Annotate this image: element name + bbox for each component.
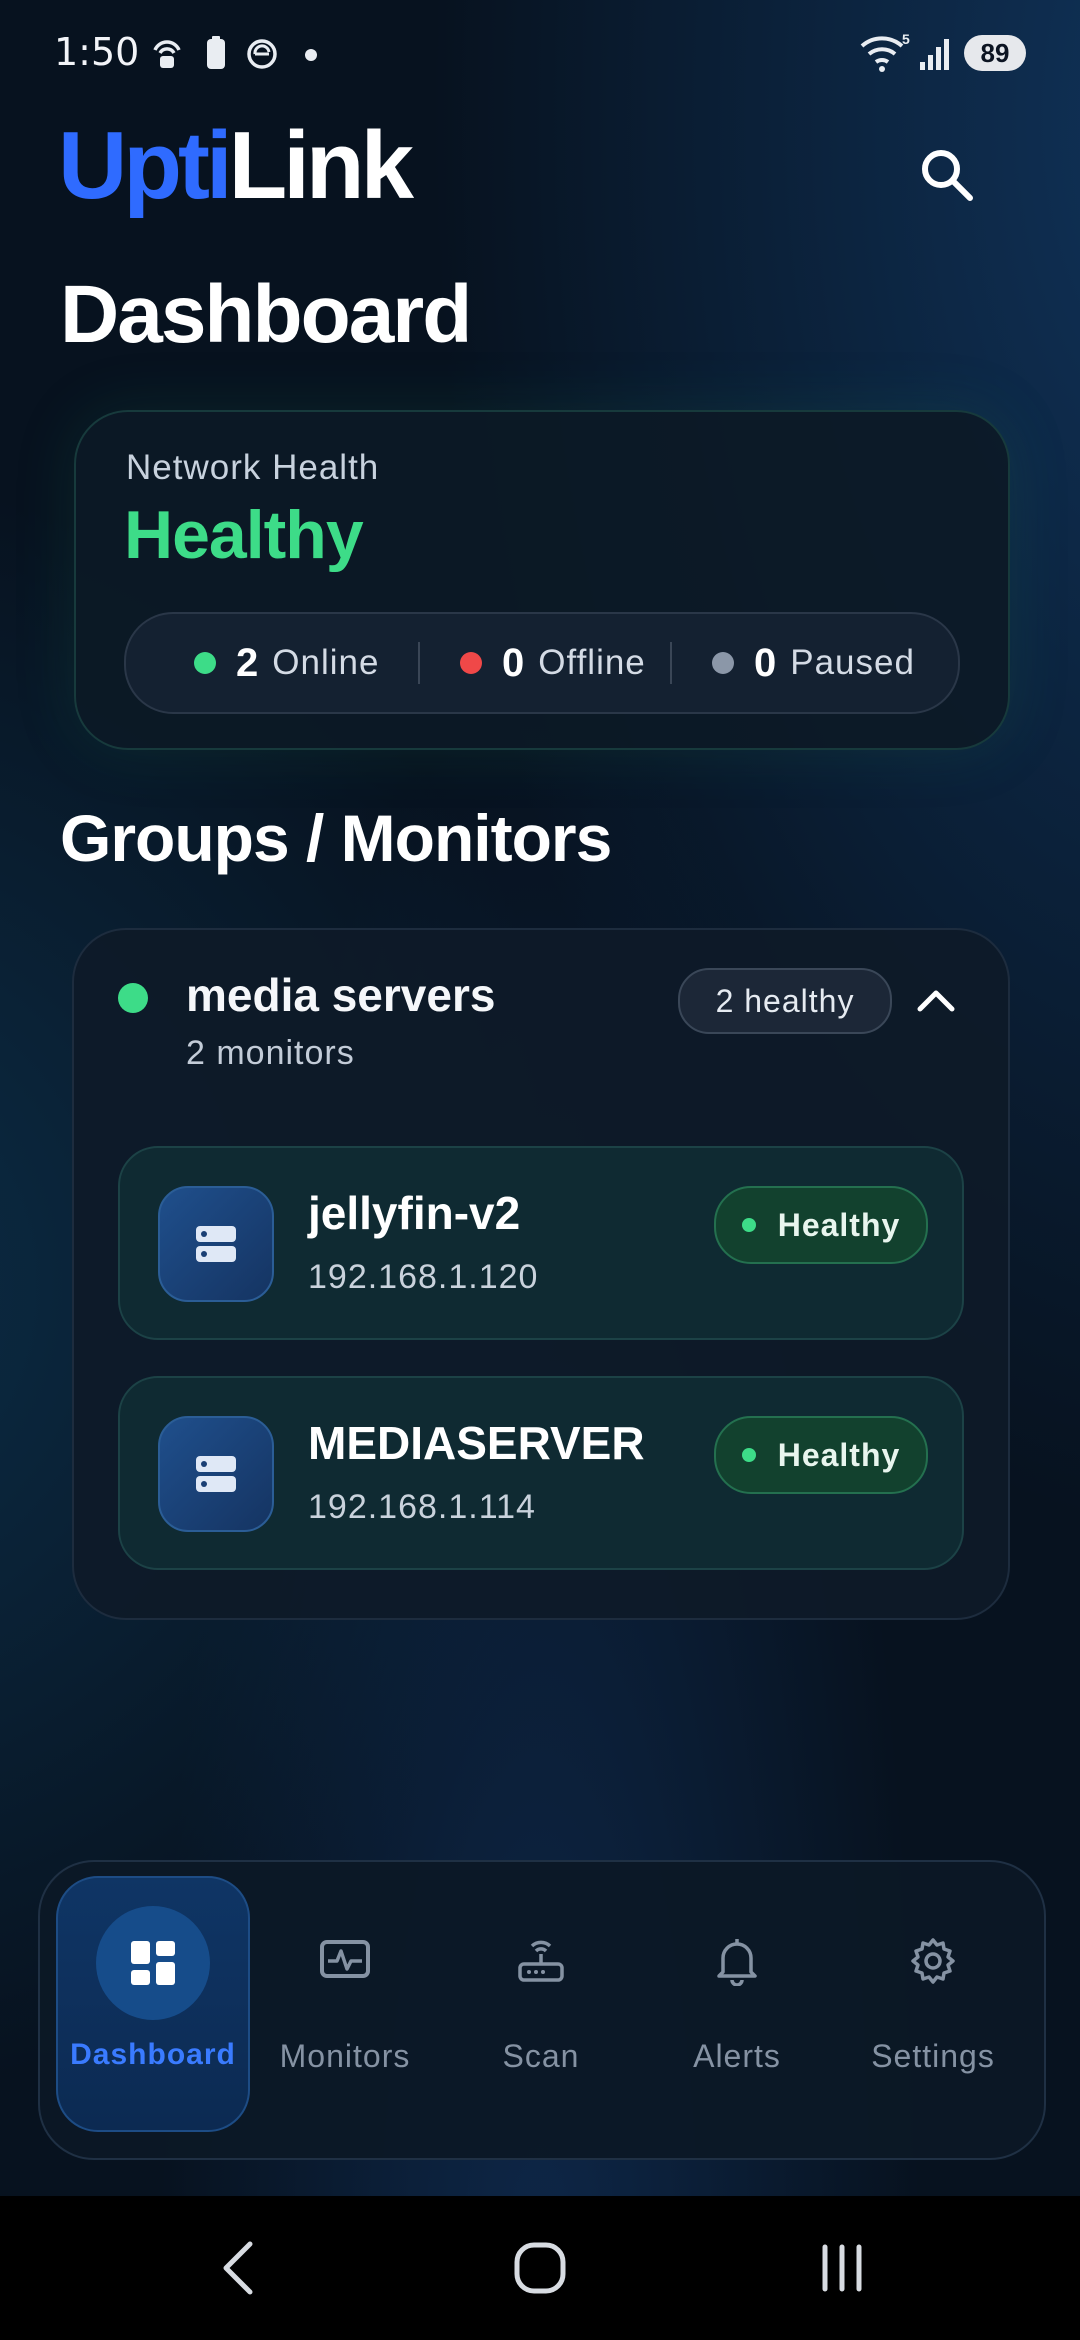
server-icon-tile [158,1416,274,1532]
search-icon [922,150,973,201]
signal-icon [920,39,949,70]
nav-icon-wrap [288,1904,402,2018]
wifi-icon: 5 [860,32,910,72]
healthy-dot [741,1218,756,1232]
divider [670,642,672,684]
monitor-name: MEDIASERVER [308,1417,645,1469]
server-icon [196,1226,236,1262]
app-notification-icon [247,39,277,69]
notification-dot [305,49,317,61]
hotspot-icon [153,40,181,68]
paused-dot [712,652,734,674]
monitor-ip: 192.168.1.114 [308,1488,536,1526]
offline-stat: 0 Offline [460,614,646,712]
group-status-dot [118,983,148,1013]
network-health-label: Network Health [126,448,380,487]
dashboard-icon [131,1941,175,1985]
recents-button[interactable] [802,2232,882,2304]
monitor-status-label: Healthy [777,1436,901,1473]
nav-label: Monitors [279,2038,411,2074]
monitor-item[interactable]: jellyfin-v2 192.168.1.120 Healthy [118,1146,964,1340]
nav-tab-settings[interactable]: Settings [838,1862,1028,2158]
svg-text:5: 5 [902,32,910,47]
router-icon [518,1940,564,1982]
network-health-card: Network Health Healthy 2 Online 0 Offlin… [74,410,1010,750]
offline-count: 0 [502,640,525,685]
monitor-status-badge: Healthy [714,1416,928,1494]
monitor-status-badge: Healthy [714,1186,928,1264]
system-navigation-bar [0,2196,1080,2340]
status-summary: 2 Online 0 Offline 0 Paused [124,612,960,714]
nav-icon-wrap [484,1904,598,2018]
nav-label: Alerts [693,2038,781,2074]
group-name[interactable]: media servers [186,968,495,1022]
nav-label: Scan [502,2038,580,2074]
nav-label: Settings [871,2038,995,2074]
monitor-name: jellyfin-v2 [308,1187,521,1239]
paused-count: 0 [754,640,777,685]
app-logo: UptiLink [58,112,414,219]
group-health-badge: 2 healthy [678,968,892,1034]
group-card: media servers 2 monitors 2 healthy jelly… [72,928,1010,1620]
monitor-pulse-icon [320,1940,370,1978]
section-title: Groups / Monitors [60,801,612,875]
divider [418,642,420,684]
home-icon [514,2242,566,2294]
monitor-status-label: Healthy [777,1206,901,1243]
nav-tab-alerts[interactable]: Alerts [642,1862,832,2158]
offline-label: Offline [538,643,646,682]
network-health-status: Healthy [124,497,364,573]
battery-level: 89 [964,35,1026,71]
online-dot [194,652,216,674]
battery-status-icon [207,36,225,69]
nav-label: Dashboard [70,2038,236,2071]
monitor-ip: 192.168.1.120 [308,1258,539,1296]
group-monitor-count: 2 monitors [186,1034,355,1072]
bottom-navigation: Dashboard Monitors Scan Alerts Settings [38,1860,1046,2160]
chevron-up-icon [917,990,955,1012]
healthy-dot [741,1448,756,1462]
paused-stat: 0 Paused [712,614,915,712]
nav-tab-scan[interactable]: Scan [446,1862,636,2158]
monitor-item[interactable]: MEDIASERVER 192.168.1.114 Healthy [118,1376,964,1570]
home-button[interactable] [500,2232,580,2304]
online-label: Online [272,643,380,682]
nav-tab-dashboard[interactable]: Dashboard [56,1876,250,2132]
status-time: 1:50 [54,30,140,74]
offline-dot [460,652,482,674]
gear-icon [911,1938,955,1984]
bell-icon [717,1939,757,1986]
nav-icon-wrap [876,1904,990,2018]
search-button[interactable] [912,140,982,210]
nav-icon-wrap [680,1904,794,2018]
online-count: 2 [236,640,259,685]
online-stat: 2 Online [194,614,379,712]
back-button[interactable] [198,2232,278,2304]
recents-icon [822,2244,862,2292]
nav-icon-wrap [96,1906,210,2020]
back-icon [223,2241,253,2295]
server-icon [196,1456,236,1492]
collapse-group-button[interactable] [906,970,966,1030]
nav-tab-monitors[interactable]: Monitors [250,1862,440,2158]
paused-label: Paused [790,643,915,682]
server-icon-tile [158,1186,274,1302]
page-title: Dashboard [60,269,472,360]
